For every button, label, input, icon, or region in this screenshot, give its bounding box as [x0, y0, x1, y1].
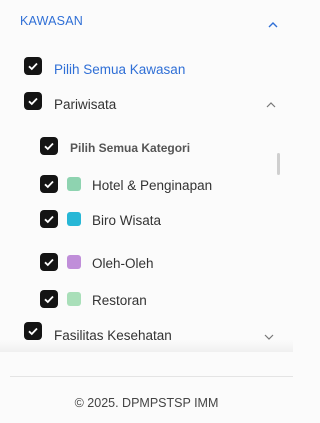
category-item-checkbox[interactable] — [40, 175, 58, 193]
check-icon — [44, 180, 54, 189]
check-icon — [28, 327, 38, 336]
group-pariwisata-label[interactable]: Pariwisata — [54, 97, 116, 112]
category-item-label[interactable]: Oleh-Oleh — [92, 256, 154, 271]
category-item-label[interactable]: Restoran — [92, 293, 147, 308]
chevron-up-icon — [266, 102, 276, 108]
category-item-checkbox[interactable] — [40, 210, 58, 228]
category-color-swatch — [67, 212, 81, 226]
check-icon — [44, 295, 54, 304]
category-item-label[interactable]: Hotel & Penginapan — [92, 178, 212, 193]
footer-copyright: © 2025. DPMPSTSP IMM — [74, 396, 219, 410]
check-icon — [28, 62, 38, 71]
select-all-category-checkbox[interactable] — [40, 137, 58, 155]
group-fasilitas-kesehatan-checkbox[interactable] — [24, 322, 42, 340]
check-icon — [44, 258, 54, 267]
select-all-area-checkbox[interactable] — [24, 57, 42, 75]
list-bottom-edge — [0, 340, 293, 352]
select-all-area-label[interactable]: Pilih Semua Kawasan — [54, 62, 185, 77]
check-icon — [44, 215, 54, 224]
check-icon — [28, 97, 38, 106]
category-item-checkbox[interactable] — [40, 290, 58, 308]
section-collapse-toggle[interactable] — [267, 18, 279, 36]
category-color-swatch — [67, 292, 81, 306]
check-icon — [44, 142, 54, 151]
select-all-category-label[interactable]: Pilih Semua Kategori — [70, 141, 190, 155]
category-color-swatch — [67, 255, 81, 269]
category-color-swatch — [67, 177, 81, 191]
category-item-checkbox[interactable] — [40, 253, 58, 271]
section-title: KAWASAN — [20, 14, 83, 28]
chevron-up-icon — [268, 22, 278, 28]
footer-divider — [10, 376, 293, 377]
scrollbar-thumb[interactable] — [277, 153, 280, 175]
category-item-label[interactable]: Biro Wisata — [92, 213, 161, 228]
group-pariwisata-toggle[interactable] — [265, 98, 277, 116]
group-pariwisata-checkbox[interactable] — [24, 92, 42, 110]
